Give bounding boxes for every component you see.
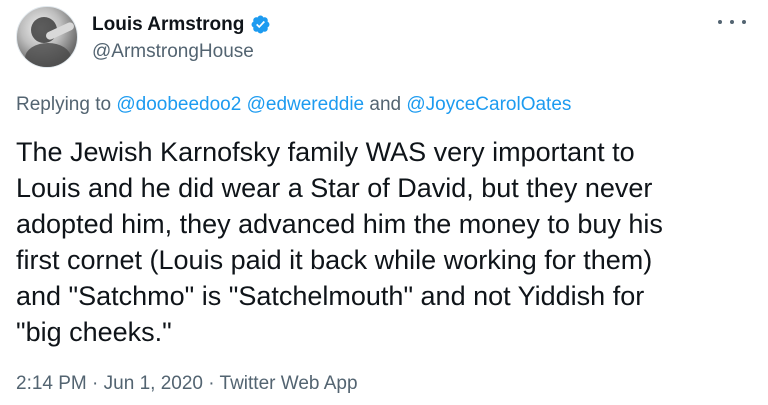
tweet-time[interactable]: 2:14 PM: [16, 373, 87, 394]
tweet-text: The Jewish Karnofsky family WAS very imp…: [16, 137, 663, 347]
replying-to-label: Replying to: [16, 94, 112, 115]
meta-separator: ·: [208, 373, 215, 394]
verified-badge-icon: [251, 15, 270, 34]
meta-separator: ·: [92, 373, 99, 394]
user-handle[interactable]: @ArmstrongHouse: [92, 41, 271, 63]
tweet-date[interactable]: Jun 1, 2020: [104, 373, 203, 394]
reply-mention-joycecaroloates[interactable]: @JoyceCarolOates: [406, 94, 571, 115]
tweet-card: Louis Armstrong @ArmstrongHouse Replying…: [0, 0, 768, 405]
tweet-metadata: 2:14 PM · Jun 1, 2020 · Twitter Web App: [16, 373, 358, 395]
tweet-source[interactable]: Twitter Web App: [220, 373, 358, 394]
more-options-icon[interactable]: [718, 14, 746, 30]
display-name-row: Louis Armstrong: [92, 12, 271, 38]
reply-mention-doobeedoo2[interactable]: @doobeedoo2: [116, 94, 241, 115]
replying-to-line: Replying to @doobeedoo2 @edwereddie and …: [16, 94, 571, 116]
display-name[interactable]: Louis Armstrong: [92, 14, 244, 36]
tweet-header: Louis Armstrong @ArmstrongHouse: [16, 6, 271, 68]
author-block: Louis Armstrong @ArmstrongHouse: [92, 12, 271, 63]
reply-conjunction: and: [369, 94, 402, 115]
reply-mention-edwereddie[interactable]: @edwereddie: [247, 94, 365, 115]
avatar[interactable]: [16, 6, 78, 68]
